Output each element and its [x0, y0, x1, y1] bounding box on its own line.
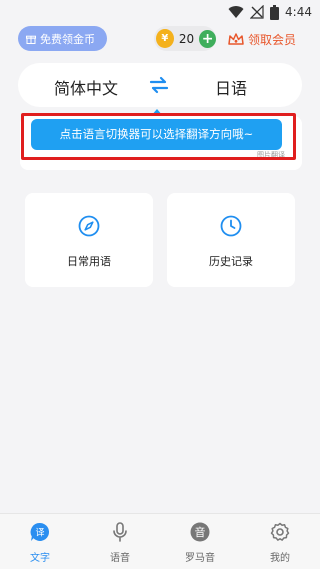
- tab-text[interactable]: 译 文字: [0, 520, 80, 568]
- microphone-icon: [113, 522, 127, 542]
- status-time: 4:44: [285, 5, 312, 19]
- status-bar: 4:44: [0, 0, 320, 24]
- coin-icon: ¥: [156, 29, 174, 48]
- signal-off-icon: [250, 5, 264, 19]
- free-coin-button[interactable]: 免费领金币: [18, 26, 107, 51]
- svg-text:译: 译: [35, 528, 44, 539]
- wifi-icon: [228, 6, 244, 19]
- bottom-tab-bar: 译 文字 语音 音 罗马音 我的: [0, 513, 320, 569]
- add-coin-button[interactable]: +: [199, 29, 216, 48]
- battery-icon: [270, 4, 280, 20]
- coin-balance: ¥ 20 +: [154, 26, 216, 51]
- daily-phrases-label: 日常用语: [67, 255, 111, 268]
- tab-romaji[interactable]: 音 罗马音: [160, 520, 240, 568]
- coin-count: 20: [178, 31, 195, 46]
- history-card[interactable]: 历史记录: [167, 193, 295, 287]
- tab-mine-label: 我的: [270, 553, 290, 564]
- tab-text-label: 文字: [30, 553, 50, 564]
- tab-voice[interactable]: 语音: [80, 520, 160, 568]
- tab-romaji-label: 罗马音: [185, 553, 215, 564]
- tab-mine[interactable]: 我的: [240, 520, 320, 568]
- free-coin-label: 免费领金币: [40, 32, 95, 46]
- romaji-icon: 音: [190, 522, 210, 542]
- gift-icon: [26, 35, 36, 44]
- status-icons: 4:44: [228, 4, 312, 20]
- swap-language-icon[interactable]: [148, 74, 170, 96]
- daily-phrases-card[interactable]: 日常用语: [25, 193, 153, 287]
- crown-icon: [228, 32, 244, 45]
- language-switcher: 简体中文 日语: [18, 63, 302, 107]
- tab-voice-label: 语音: [110, 553, 130, 564]
- language-tip-tooltip[interactable]: 点击语言切换器可以选择翻译方向哦~: [31, 119, 282, 150]
- vip-button[interactable]: 领取会员: [228, 30, 296, 48]
- translate-icon: 译: [30, 522, 50, 541]
- source-language[interactable]: 简体中文: [54, 75, 118, 99]
- svg-text:音: 音: [195, 525, 206, 539]
- settings-icon: [270, 522, 290, 541]
- target-language[interactable]: 日语: [215, 75, 247, 99]
- history-label: 历史记录: [209, 255, 253, 268]
- compass-icon: [78, 215, 100, 237]
- clock-icon: [220, 215, 242, 237]
- top-row: 免费领金币 ¥ 20 + 领取会员: [0, 24, 320, 56]
- vip-label: 领取会员: [248, 32, 297, 47]
